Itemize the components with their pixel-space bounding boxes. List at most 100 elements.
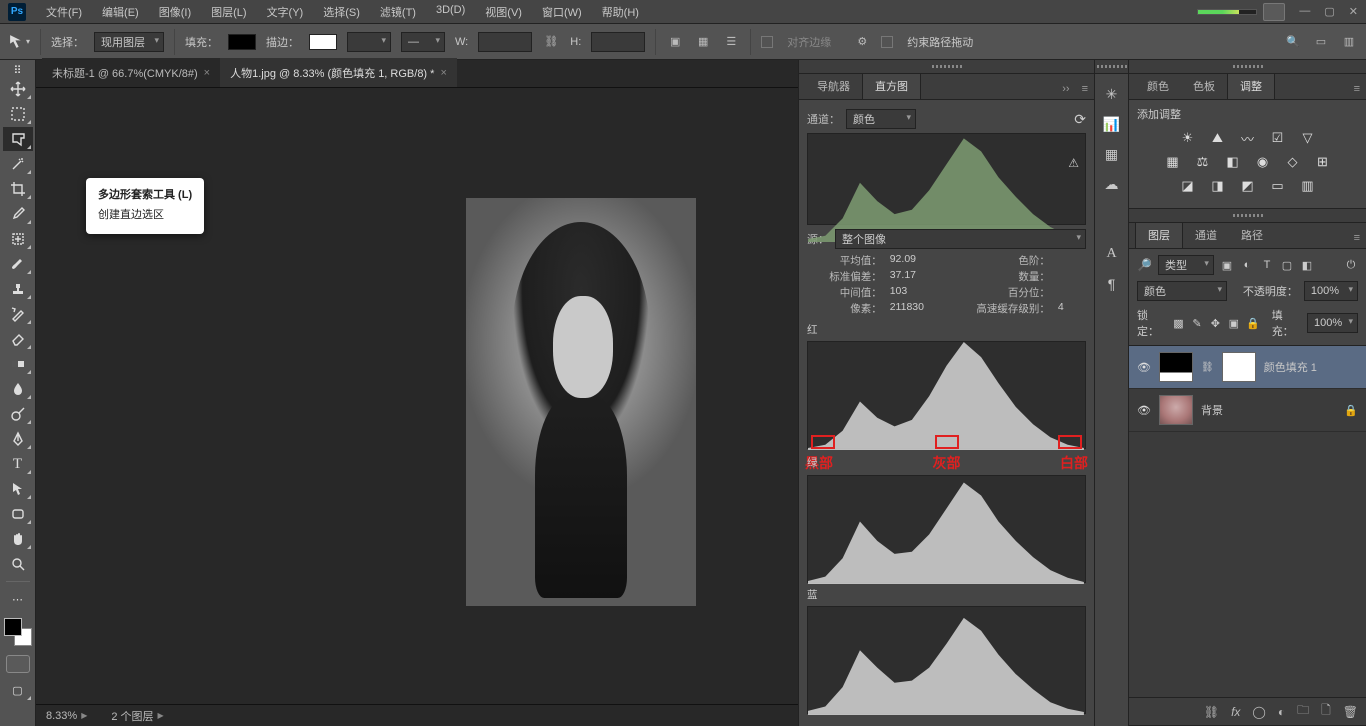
path-select-tool[interactable]: [3, 477, 33, 501]
lock-all-icon[interactable]: 🔒: [1246, 316, 1260, 330]
menu-item[interactable]: 帮助(H): [592, 1, 649, 23]
search-icon[interactable]: 🔍: [1284, 33, 1302, 51]
layer-thumb[interactable]: [1159, 395, 1193, 425]
history-brush-tool[interactable]: [3, 302, 33, 326]
menu-item[interactable]: 编辑(E): [92, 1, 149, 23]
navigator-tab[interactable]: 导航器: [805, 73, 862, 99]
close-tab-icon[interactable]: ×: [440, 67, 446, 79]
menu-item[interactable]: 选择(S): [313, 1, 370, 23]
screenmode-icon[interactable]: ▢: [3, 678, 33, 702]
visibility-icon[interactable]: 👁: [1137, 404, 1151, 417]
lasso-tool[interactable]: [3, 127, 33, 151]
align-edges-checkbox[interactable]: [761, 36, 773, 48]
layer-row[interactable]: 👁 ⛓ 颜色填充 1: [1129, 346, 1366, 389]
shape-tool[interactable]: [3, 502, 33, 526]
width-input[interactable]: [478, 32, 532, 52]
dodge-tool[interactable]: [3, 402, 33, 426]
mask-icon[interactable]: ◯: [1252, 705, 1265, 719]
menu-item[interactable]: 文件(F): [36, 1, 92, 23]
stroke-swatch[interactable]: [309, 34, 337, 50]
channel-mixer-icon[interactable]: ◇: [1283, 154, 1303, 170]
link-layers-icon[interactable]: ⛓: [1204, 705, 1219, 719]
paragraph-icon[interactable]: ¶: [1102, 274, 1122, 294]
collapse-panel-icon[interactable]: ››: [1056, 79, 1075, 99]
height-input[interactable]: [591, 32, 645, 52]
threshold-icon[interactable]: ◩: [1238, 178, 1258, 194]
group-icon[interactable]: 🗀: [1297, 701, 1309, 722]
adjustment-layer-icon[interactable]: ◐: [1278, 705, 1285, 719]
constrain-checkbox[interactable]: [881, 36, 893, 48]
fx-icon[interactable]: fx: [1231, 705, 1240, 719]
fill-swatch[interactable]: [228, 34, 256, 50]
eyedropper-tool[interactable]: [3, 202, 33, 226]
filter-toggle-icon[interactable]: ⏻: [1344, 258, 1358, 272]
current-tool-icon[interactable]: ▾: [8, 31, 30, 53]
stroke-width-dropdown[interactable]: [347, 32, 391, 52]
lock-nest-icon[interactable]: ▣: [1228, 316, 1240, 330]
document-tab[interactable]: 未标题-1 @ 66.7%(CMYK/8#) ×: [42, 58, 220, 87]
menu-item[interactable]: 图层(L): [201, 1, 256, 23]
zoom-level[interactable]: 8.33%: [46, 710, 77, 722]
fill-opacity-dropdown[interactable]: 100%: [1307, 313, 1358, 333]
pen-tool[interactable]: [3, 427, 33, 451]
brightness-icon[interactable]: ☀: [1178, 130, 1198, 146]
select-target-dropdown[interactable]: 现用图层: [94, 32, 164, 52]
paths-tab[interactable]: 路径: [1229, 222, 1275, 248]
color-tab[interactable]: 颜色: [1135, 73, 1181, 99]
filter-adjust-icon[interactable]: ◐: [1240, 258, 1254, 272]
chevron-right-icon[interactable]: ▶: [81, 711, 87, 720]
layer-name[interactable]: 背景: [1201, 402, 1336, 418]
refresh-icon[interactable]: ⟳: [1074, 111, 1086, 128]
grip-icon[interactable]: ⠿: [3, 64, 33, 76]
panel-menu-icon[interactable]: ≡: [1348, 79, 1366, 99]
exposure-icon[interactable]: ☑: [1268, 130, 1288, 146]
marquee-tool[interactable]: [3, 102, 33, 126]
filter-pixel-icon[interactable]: ▣: [1220, 258, 1234, 272]
align-icon[interactable]: ▦: [694, 33, 712, 51]
warning-icon[interactable]: ⚠: [1068, 156, 1079, 170]
menu-item[interactable]: 图像(I): [149, 1, 201, 23]
vibrance-icon[interactable]: ▽: [1298, 130, 1318, 146]
swatches-tab[interactable]: 色板: [1181, 73, 1227, 99]
trash-icon[interactable]: 🗑: [1343, 705, 1358, 719]
channel-dropdown[interactable]: 颜色: [846, 109, 916, 129]
crop-tool[interactable]: [3, 177, 33, 201]
panel-menu-icon[interactable]: ≡: [1348, 228, 1366, 248]
menu-item[interactable]: 3D(D): [426, 1, 475, 23]
layer-thumb[interactable]: [1159, 352, 1193, 382]
panel-grip[interactable]: [1129, 60, 1366, 74]
panel-grip[interactable]: [1095, 60, 1128, 74]
menu-item[interactable]: 文字(Y): [257, 1, 314, 23]
magic-wand-tool[interactable]: [3, 152, 33, 176]
panel-grip[interactable]: [1129, 209, 1366, 223]
panel-grip[interactable]: [799, 60, 1094, 74]
gradient-tool[interactable]: [3, 352, 33, 376]
share-icon[interactable]: ▭: [1312, 33, 1330, 51]
layer-row[interactable]: 👁 背景 🔒: [1129, 389, 1366, 432]
stamp-tool[interactable]: [3, 277, 33, 301]
photo-filter-icon[interactable]: ◉: [1253, 154, 1273, 170]
curves-icon[interactable]: 〰: [1238, 130, 1258, 146]
source-dropdown[interactable]: 整个图像: [835, 229, 1086, 249]
type-tool[interactable]: T: [3, 452, 33, 476]
link-icon[interactable]: ⛓: [1201, 362, 1214, 373]
posterize-icon[interactable]: ◨: [1208, 178, 1228, 194]
path-ops-icon[interactable]: ▣: [666, 33, 684, 51]
grid-view-icon[interactable]: ▥: [1340, 33, 1358, 51]
edit-toolbar-icon[interactable]: ⋯: [3, 587, 33, 611]
filter-kind-dropdown[interactable]: 类型: [1158, 255, 1214, 275]
stroke-style-dropdown[interactable]: —: [401, 32, 445, 52]
swatches-icon[interactable]: ▦: [1102, 144, 1122, 164]
hsl-icon[interactable]: ▦: [1163, 154, 1183, 170]
window-controls[interactable]: — ▢ ✕: [1299, 5, 1358, 18]
invert-icon[interactable]: ◪: [1178, 178, 1198, 194]
menu-item[interactable]: 滤镜(T): [370, 1, 426, 23]
character-icon[interactable]: A: [1102, 244, 1122, 264]
histogram-tab[interactable]: 直方图: [862, 73, 921, 99]
link-wh-icon[interactable]: ⛓: [542, 33, 560, 51]
gradmap-icon[interactable]: ▭: [1268, 178, 1288, 194]
color-swatches[interactable]: [4, 618, 32, 646]
visibility-icon[interactable]: 👁: [1137, 361, 1151, 374]
balance-icon[interactable]: ⚖: [1193, 154, 1213, 170]
lock-pos-icon[interactable]: ✥: [1209, 316, 1221, 330]
